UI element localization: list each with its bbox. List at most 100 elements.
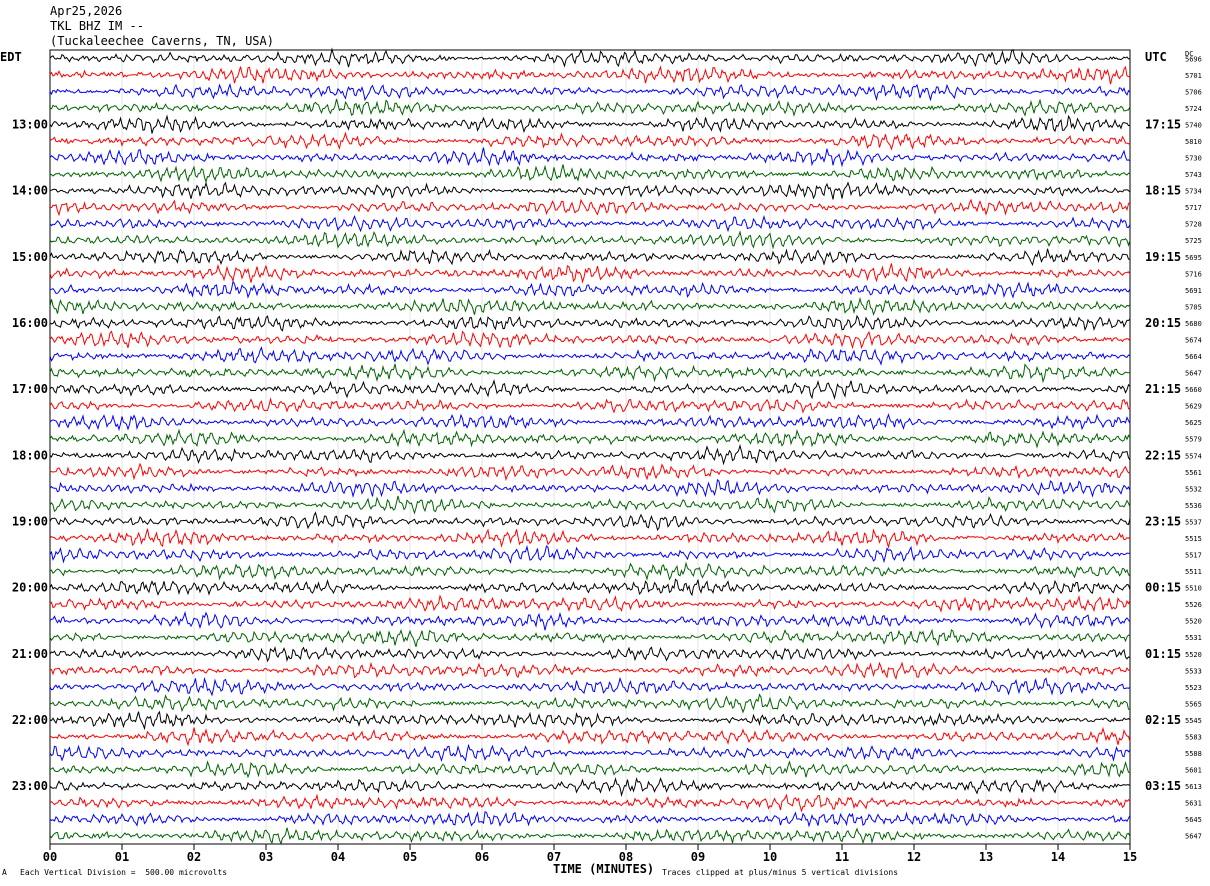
seismic-trace	[49, 82, 1131, 102]
seismic-trace	[49, 462, 1131, 482]
dc-offset-label: 5532	[1185, 485, 1202, 493]
dc-offset-label: 5536	[1185, 502, 1202, 510]
seismic-trace	[49, 114, 1131, 134]
dc-offset-label: 5625	[1185, 419, 1202, 427]
seismic-trace	[49, 379, 1131, 401]
left-hour-label: 15:00	[12, 250, 48, 264]
seismic-trace	[49, 544, 1131, 565]
dc-offset-label: 5511	[1185, 568, 1202, 576]
dc-offset-label: 5734	[1185, 188, 1202, 196]
seismic-trace	[49, 346, 1131, 366]
seismic-trace	[49, 428, 1131, 449]
seismic-trace	[49, 693, 1130, 714]
seismic-trace	[49, 760, 1131, 779]
left-hour-label: 16:00	[12, 316, 48, 330]
left-hour-label: 23:00	[12, 779, 48, 793]
dc-offset-label: 5647	[1185, 833, 1202, 841]
seismic-trace	[49, 610, 1131, 631]
seismic-trace	[49, 147, 1131, 168]
dc-offset-label: 5660	[1185, 386, 1202, 394]
left-hour-label: 18:00	[12, 448, 48, 462]
x-tick-label: 11	[835, 850, 849, 864]
seismic-trace	[49, 628, 1131, 648]
dc-offset-label: 5520	[1185, 651, 1202, 659]
dc-offset-label: 5730	[1185, 155, 1202, 163]
seismic-trace	[49, 198, 1131, 217]
x-tick-label: 02	[187, 850, 201, 864]
left-hour-label: 17:00	[12, 382, 48, 396]
right-hour-label: 17:15	[1145, 117, 1181, 131]
seismic-trace	[49, 578, 1131, 597]
dc-offset-label: 5523	[1185, 684, 1202, 692]
x-tick-label: 01	[115, 850, 129, 864]
dc-offset-label: 5613	[1185, 783, 1202, 791]
seismic-trace	[49, 743, 1131, 763]
dc-offset-label: 5674	[1185, 336, 1202, 344]
x-tick-label: 15	[1123, 850, 1137, 864]
clip-note: Traces clipped at plus/minus 5 vertical …	[662, 868, 899, 877]
right-hour-label: 00:15	[1145, 581, 1181, 595]
dc-offset-label: 5574	[1185, 452, 1202, 460]
right-hour-label: 20:15	[1145, 316, 1181, 330]
dc-offset-label: 5691	[1185, 287, 1202, 295]
seismic-trace	[49, 314, 1131, 332]
dc-offset-label: 5724	[1185, 105, 1202, 113]
seismic-trace	[49, 248, 1130, 267]
dc-offset-label: 5705	[1185, 303, 1202, 311]
seismic-trace	[49, 65, 1131, 85]
x-tick-label: 04	[331, 850, 345, 864]
x-tick-label: 09	[691, 850, 705, 864]
x-axis-title: TIME (MINUTES)	[553, 862, 655, 876]
right-hour-label: 22:15	[1145, 448, 1181, 462]
seismic-trace	[49, 528, 1131, 550]
seismic-trace	[49, 164, 1131, 184]
seismic-trace	[49, 280, 1131, 299]
seismic-trace	[49, 214, 1131, 233]
seismic-trace	[49, 397, 1131, 414]
seismic-trace	[49, 495, 1131, 515]
left-hour-label: 21:00	[12, 647, 48, 661]
dc-offset-label: 5601	[1185, 767, 1202, 775]
seismic-trace	[49, 661, 1131, 681]
left-hour-label: 19:00	[12, 514, 48, 528]
dc-offset-label: 5526	[1185, 601, 1202, 609]
dc-offset-label: 5517	[1185, 552, 1202, 560]
seismic-trace	[49, 594, 1131, 613]
dc-offset-label: 5561	[1185, 469, 1202, 477]
dc-offset-label: 5583	[1185, 733, 1202, 741]
corner-mark: A	[2, 868, 7, 877]
dc-offset-label: 5695	[1185, 254, 1202, 262]
dc-offset-label: 5664	[1185, 353, 1202, 361]
x-tick-label: 06	[475, 850, 489, 864]
dc-offset-label: 5515	[1185, 535, 1202, 543]
seismic-trace	[49, 131, 1131, 151]
right-hour-label: 18:15	[1145, 184, 1181, 198]
seismic-trace	[49, 561, 1131, 581]
seismic-trace	[49, 363, 1131, 384]
x-tick-label: 05	[403, 850, 417, 864]
right-hour-label: 23:15	[1145, 514, 1181, 528]
dc-offset-label: 5510	[1185, 585, 1202, 593]
dc-offset-label: 5680	[1185, 320, 1202, 328]
seismic-trace	[49, 47, 1131, 68]
left-hour-label: 13:00	[12, 117, 48, 131]
left-hour-label: 14:00	[12, 184, 48, 198]
seismic-trace	[49, 777, 1131, 798]
seismic-trace	[49, 443, 1131, 466]
seismic-trace	[49, 181, 1131, 200]
x-tick-label: 03	[259, 850, 273, 864]
x-tick-label: 13	[979, 850, 993, 864]
seismic-trace	[49, 98, 1131, 118]
dc-offset-label: 5645	[1185, 816, 1202, 824]
seismic-trace	[49, 296, 1131, 316]
seismic-trace	[49, 330, 1131, 350]
dc-offset-label: 5716	[1185, 270, 1202, 278]
dc-offset-label: 5725	[1185, 237, 1202, 245]
x-tick-label: 00	[43, 850, 57, 864]
seismic-trace	[49, 676, 1131, 697]
dc-offset-label: 5728	[1185, 221, 1202, 229]
dc-offset-label: 5545	[1185, 717, 1202, 725]
x-tick-label: 14	[1051, 850, 1065, 864]
dc-offset-label: 5701	[1185, 72, 1202, 80]
helicorder-chart: 00 01 02 03 04 05 06 07 08 09 10 11 12 13 14 1513:0014:…	[12, 47, 1202, 864]
